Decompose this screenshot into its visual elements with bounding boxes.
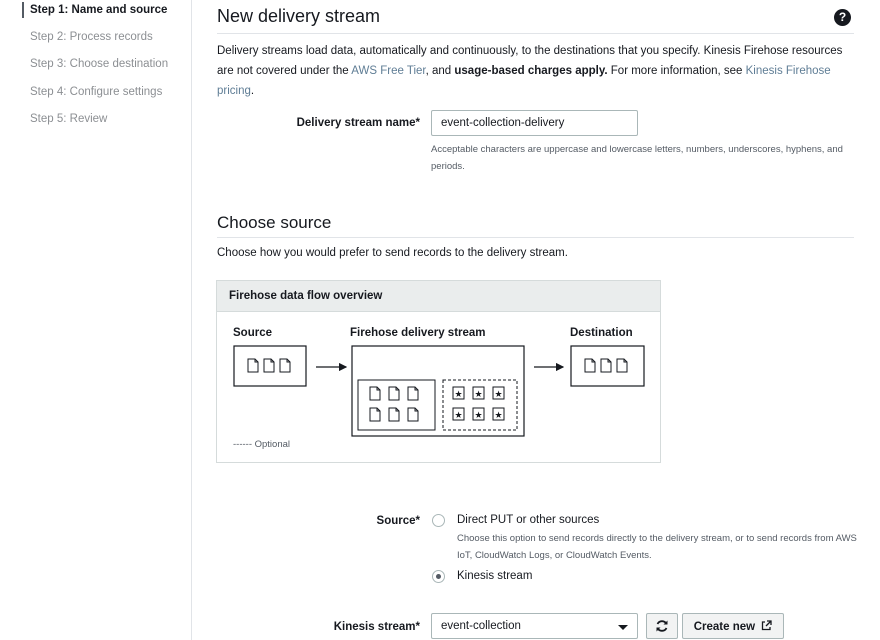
usage-charges-text: usage-based charges apply. (454, 65, 608, 77)
section-divider (217, 237, 854, 238)
intro-paragraph: Delivery streams load data, automaticall… (217, 41, 847, 101)
choose-source-heading: Choose source (217, 213, 332, 232)
source-records-box (357, 379, 436, 431)
diagram-header: Firehose data flow overview (217, 281, 660, 312)
destination-box (570, 345, 645, 387)
intro-text-2: , and (425, 65, 455, 77)
step-1-link[interactable]: Step 1: Name and source (30, 4, 167, 16)
page-title: New delivery stream (217, 6, 381, 26)
create-new-label: Create new (693, 620, 756, 633)
diagram-source-label: Source (233, 327, 272, 339)
diagram-firehose-label: Firehose delivery stream (350, 327, 486, 339)
refresh-button[interactable] (646, 613, 678, 639)
kinesis-stream-select[interactable]: event-collection (431, 613, 638, 639)
step-5-link[interactable]: Step 5: Review (30, 113, 107, 125)
step-3-link[interactable]: Step 3: Choose destination (30, 58, 168, 70)
delivery-stream-name-label: Delivery stream name* (296, 117, 420, 129)
source-box (233, 345, 307, 387)
aws-free-tier-link[interactable]: AWS Free Tier (351, 65, 425, 77)
kinesis-stream-radio[interactable] (432, 570, 445, 583)
refresh-icon (656, 620, 668, 632)
name-hint-text: Acceptable characters are uppercase and … (431, 144, 843, 172)
intro-text-4: . (250, 85, 255, 97)
source-records-label: Source records (360, 352, 397, 377)
data-flow-diagram: Firehose data flow overview Source Fireh… (216, 280, 661, 463)
optional-legend: ------ Optional (233, 439, 291, 450)
direct-put-radio[interactable] (432, 514, 445, 527)
step-4-link[interactable]: Step 4: Configure settings (30, 86, 162, 98)
direct-put-description: Choose this option to send records direc… (457, 533, 857, 561)
delivery-stream-name-input[interactable] (431, 110, 638, 136)
processed-records-box (442, 379, 518, 431)
kinesis-stream-field-label: Kinesis stream* (333, 621, 420, 633)
processed-records-label: Processed records (443, 352, 495, 377)
intro-text-3: For more information, see (607, 65, 746, 77)
choose-source-description: Choose how you would prefer to send reco… (217, 247, 568, 259)
title-divider (217, 33, 854, 34)
diagram-title: Firehose data flow overview (229, 290, 383, 302)
wizard-steps-sidebar: Step 1: Name and source Step 2: Process … (0, 0, 192, 640)
active-step-indicator (22, 2, 24, 18)
source-label: Source* (376, 515, 420, 527)
kinesis-stream-label[interactable]: Kinesis stream (457, 570, 532, 582)
diagram-destination-label: Destination (570, 327, 633, 339)
create-new-button[interactable]: Create new (682, 613, 784, 639)
direct-put-label[interactable]: Direct PUT or other sources (457, 514, 599, 526)
step-2-link[interactable]: Step 2: Process records (30, 31, 153, 43)
kinesis-stream-value: event-collection (441, 620, 521, 632)
question-circle-icon[interactable]: ? (834, 9, 851, 26)
external-link-icon (762, 619, 772, 630)
chevron-down-icon (618, 625, 628, 630)
